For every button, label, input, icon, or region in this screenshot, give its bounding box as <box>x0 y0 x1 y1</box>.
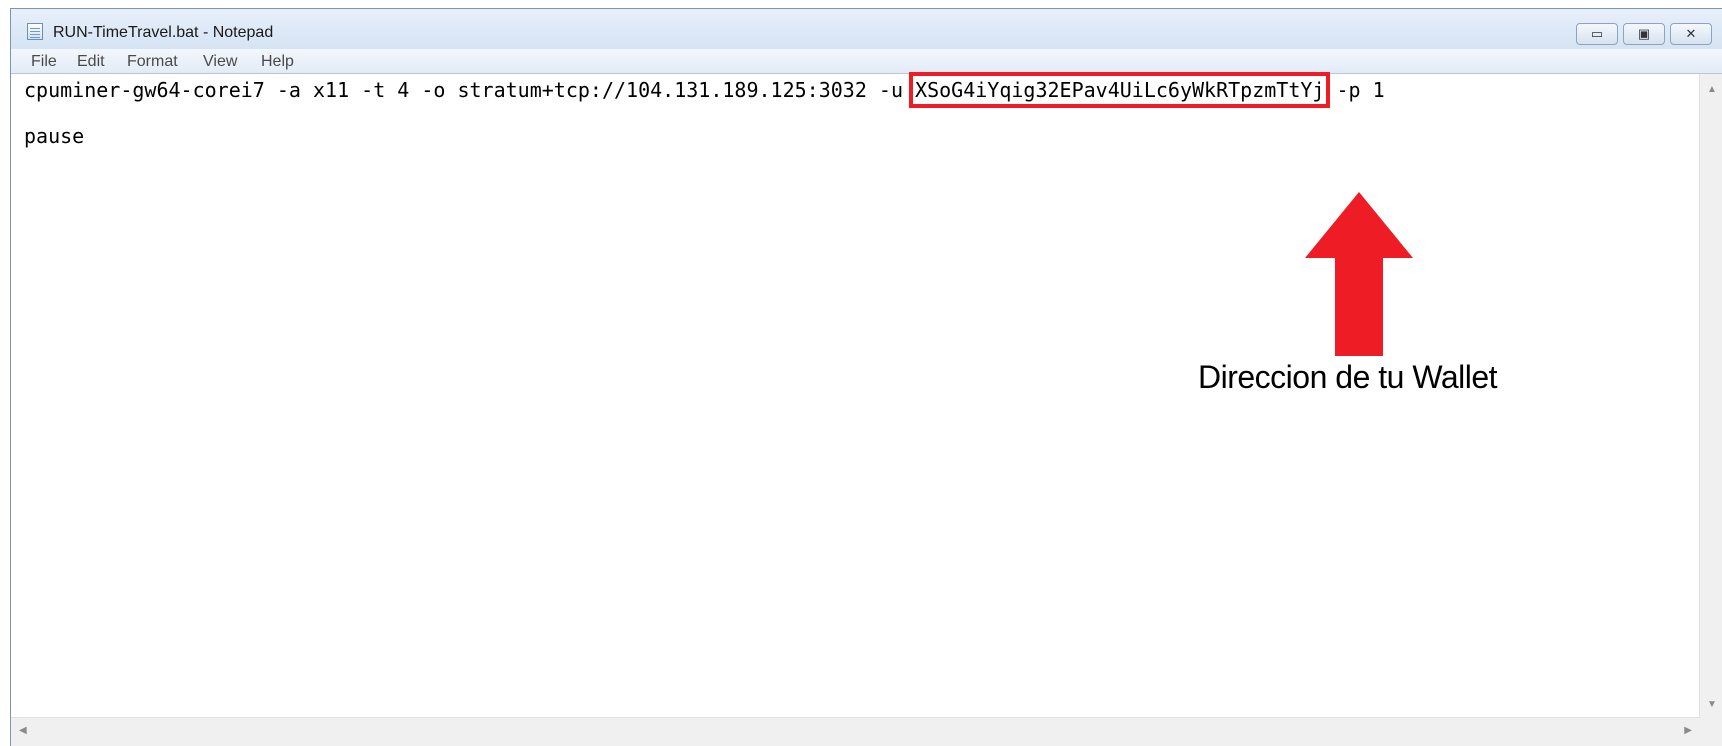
title-bar[interactable]: RUN-TimeTravel.bat - Notepad ▭ ▣ ✕ <box>11 9 1722 49</box>
menu-bar: File Edit Format View Help <box>11 49 1722 73</box>
minimize-button[interactable]: ▭ <box>1576 23 1618 45</box>
close-button[interactable]: ✕ <box>1670 23 1712 45</box>
menu-view[interactable]: View <box>203 53 237 71</box>
scroll-right-icon[interactable]: ▶ <box>1684 725 1692 736</box>
scroll-up-icon[interactable]: ▲ <box>1707 84 1717 95</box>
resize-grip-icon[interactable] <box>1700 718 1722 746</box>
wallet-annotation-label: Direccion de tu Wallet <box>1198 359 1498 395</box>
menu-file[interactable]: File <box>31 53 57 71</box>
scroll-down-icon[interactable]: ▼ <box>1707 699 1717 710</box>
text-editor[interactable]: cpuminer-gw64-corei7 -a x11 -t 4 -o stra… <box>11 72 1722 746</box>
scroll-left-icon[interactable]: ◀ <box>19 725 27 736</box>
notepad-window: RUN-TimeTravel.bat - Notepad ▭ ▣ ✕ File … <box>10 8 1722 746</box>
notepad-icon[interactable] <box>27 23 43 40</box>
horizontal-scrollbar[interactable]: ◀ ▶ <box>11 717 1700 746</box>
wallet-address-highlight: XSoG4iYqig32EPav4UiLc6yWkRTpzmTtYj <box>909 72 1331 108</box>
vertical-scrollbar[interactable]: ▲ ▼ <box>1699 74 1722 718</box>
red-arrow-icon <box>1305 192 1413 356</box>
command-tail: -p 1 <box>1324 78 1385 102</box>
menu-help[interactable]: Help <box>261 53 294 71</box>
maximize-button[interactable]: ▣ <box>1623 23 1665 45</box>
menu-format[interactable]: Format <box>127 53 178 71</box>
text-line-1: cpuminer-gw64-corei7 -a x11 -t 4 -o stra… <box>24 72 1385 108</box>
text-line-2: pause <box>24 124 85 148</box>
menu-edit[interactable]: Edit <box>77 53 105 71</box>
command-text: cpuminer-gw64-corei7 -a x11 -t 4 -o stra… <box>24 78 916 102</box>
window-title: RUN-TimeTravel.bat - Notepad <box>53 24 274 41</box>
